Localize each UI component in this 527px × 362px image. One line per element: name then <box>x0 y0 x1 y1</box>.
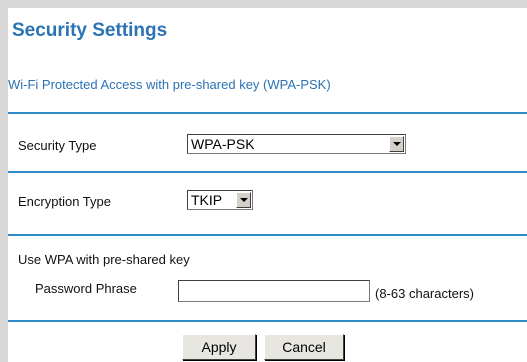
encryption-type-label: Encryption Type <box>18 194 111 209</box>
left-frame <box>0 8 8 362</box>
security-settings-page: Security Settings Wi-Fi Protected Access… <box>0 0 527 362</box>
cancel-button[interactable]: Cancel <box>264 334 344 360</box>
password-phrase-label: Password Phrase <box>35 281 137 296</box>
divider <box>8 112 527 114</box>
password-length-hint: (8-63 characters) <box>375 286 474 301</box>
encryption-type-select[interactable]: TKIP <box>187 190 253 210</box>
security-type-label: Security Type <box>18 138 97 153</box>
page-title: Security Settings <box>12 20 168 41</box>
security-mode-subtitle: Wi-Fi Protected Access with pre-shared k… <box>8 77 331 92</box>
settings-panel: Security Settings Wi-Fi Protected Access… <box>8 8 527 362</box>
divider <box>8 320 527 322</box>
divider <box>8 171 527 173</box>
wpa-section-heading: Use WPA with pre-shared key <box>18 252 190 267</box>
security-type-value: WPA-PSK <box>191 136 255 152</box>
chevron-down-icon[interactable] <box>236 192 251 208</box>
password-phrase-input[interactable] <box>178 280 370 302</box>
divider <box>8 234 527 236</box>
apply-button[interactable]: Apply <box>182 334 256 360</box>
security-type-select[interactable]: WPA-PSK <box>187 134 406 154</box>
encryption-type-value: TKIP <box>191 192 223 208</box>
chevron-down-icon[interactable] <box>389 136 404 152</box>
top-frame <box>0 0 527 8</box>
